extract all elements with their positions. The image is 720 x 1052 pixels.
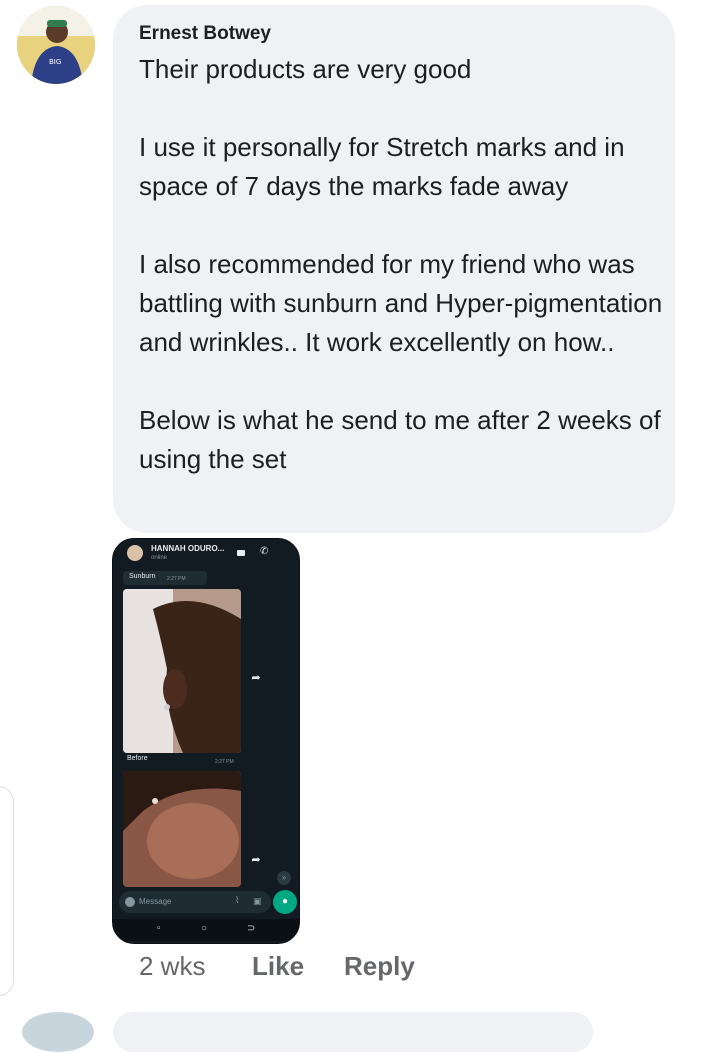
chat-header: HANNAH ODURO... online ✆ — [113, 539, 299, 567]
next-comment-avatar[interactable] — [22, 1012, 94, 1052]
reply-button[interactable]: Reply — [344, 951, 415, 982]
attach-icon: ⌇ — [235, 895, 240, 905]
chat-message-time: 2:27 PM — [167, 576, 186, 582]
message-placeholder: Message — [139, 897, 172, 906]
comment-author[interactable]: Ernest Botwey — [139, 23, 271, 45]
comment-timestamp[interactable]: 2 wks — [139, 951, 205, 982]
chat-message-text: Sunburn — [129, 573, 156, 580]
chat-name: HANNAH ODURO... — [151, 544, 225, 553]
partial-side-card — [0, 786, 14, 996]
video-call-icon — [237, 550, 245, 556]
message-input: Message ⌇ ▣ — [119, 891, 271, 913]
comment-text: Their products are very good I use it pe… — [139, 54, 663, 474]
emoji-icon — [125, 897, 135, 907]
phone-call-icon: ✆ — [260, 546, 269, 557]
before-photo — [123, 589, 241, 753]
nav-recent-icon: ▫ — [157, 923, 161, 934]
attached-screenshot[interactable]: HANNAH ODURO... online ✆ Sunburn 2:27 PM… — [112, 538, 300, 944]
camera-icon: ▣ — [253, 896, 262, 906]
forward-icon: ➦ — [251, 854, 261, 866]
svg-text:BIG: BIG — [49, 58, 61, 66]
photo-caption-time: 2:27 PM — [215, 759, 234, 765]
phone-nav-bar: ▫ ○ ⊃ — [113, 919, 299, 941]
nav-home-icon: ○ — [201, 923, 208, 934]
author-avatar[interactable]: BIG — [17, 6, 95, 84]
photo-caption: Before — [127, 755, 148, 762]
next-comment-bubble — [113, 1012, 593, 1052]
chat-message: Sunburn 2:27 PM — [123, 571, 207, 585]
nav-back-icon: ⊃ — [247, 923, 256, 934]
after-photo — [123, 771, 241, 887]
forward-icon: ➦ — [251, 672, 261, 684]
scroll-down-icon: » — [277, 871, 291, 885]
like-button[interactable]: Like — [252, 951, 304, 982]
chat-avatar — [127, 545, 143, 561]
chat-status: online — [151, 555, 168, 561]
mic-icon: ● — [273, 890, 297, 914]
